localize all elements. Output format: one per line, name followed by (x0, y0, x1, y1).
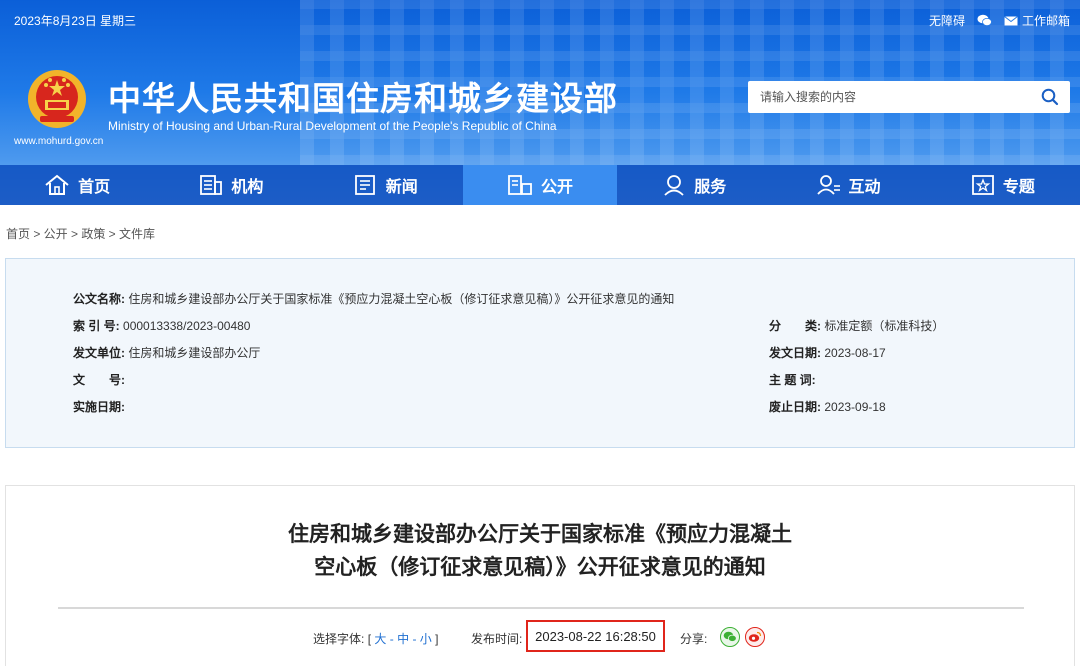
font-separator: - (389, 632, 394, 646)
mail-icon (1004, 15, 1018, 26)
meta-value: 2023-08-17 (824, 346, 886, 360)
article-title-line-2: 空心板（修订征求意见稿）》公开征求意见的通知 (314, 556, 766, 579)
meta-label: 文 号: (73, 373, 125, 387)
meta-label: 主 题 词: (769, 373, 816, 387)
current-date: 2023年8月23日 星期三 (14, 14, 137, 28)
work-mail-link[interactable]: 工作邮箱 (1004, 12, 1070, 29)
main-nav: 首页 机构 新闻 公开 服务 互动 专题 (0, 165, 1080, 205)
topic-icon (971, 174, 995, 196)
font-size-label: 选择字体: (313, 632, 365, 646)
news-icon (354, 174, 378, 196)
nav-item-interaction[interactable]: 互动 (771, 165, 925, 205)
search-input[interactable] (748, 82, 1030, 112)
service-icon (662, 174, 686, 196)
meta-issuer: 发文单位: 住房和城乡建设部办公厅 (73, 344, 260, 361)
national-emblem-icon (26, 68, 88, 130)
nav-item-service[interactable]: 服务 (617, 165, 771, 205)
nav-item-organization[interactable]: 机构 (154, 165, 308, 205)
article-title: 住房和城乡建设部办公厅关于国家标准《预应力混凝土 空心板（修订征求意见稿）》公开… (0, 518, 1080, 584)
work-mail-label: 工作邮箱 (1021, 14, 1070, 28)
font-small-button[interactable]: 小 (420, 632, 432, 646)
meta-label: 索 引 号: (73, 319, 120, 333)
organization-icon (199, 174, 223, 196)
home-icon (44, 174, 70, 196)
share-wechat-icon[interactable] (720, 627, 740, 647)
breadcrumb[interactable]: 首页 > 公开 > 政策 > 文件库 (6, 225, 155, 242)
meta-issue-date: 发文日期: 2023-08-17 (769, 344, 886, 361)
meta-label: 公文名称: (73, 292, 125, 306)
font-medium-button[interactable]: 中 (397, 632, 409, 646)
meta-value: 住房和城乡建设部办公厅关于国家标准《预应力混凝土空心板（修订征求意见稿）》公开征… (128, 292, 675, 306)
title-divider (58, 607, 1024, 609)
meta-category: 分 类: 标准定额（标准科技） (769, 317, 944, 334)
interaction-icon (816, 174, 841, 196)
nav-label: 服务 (694, 179, 727, 196)
bracket-close: ] (435, 632, 439, 646)
site-url: www.mohurd.gov.cn (14, 136, 104, 147)
nav-label: 专题 (1002, 179, 1035, 196)
meta-label: 分 类: (769, 319, 821, 333)
meta-value: 住房和城乡建设部办公厅 (128, 346, 261, 360)
publish-time-label: 发布时间: (471, 632, 523, 646)
nav-label: 机构 (231, 179, 264, 196)
disclosure-icon (507, 174, 533, 196)
meta-index: 索 引 号: 000013338/2023-00480 (73, 317, 250, 334)
publish-time: 2023-08-22 16:28:50 (535, 628, 656, 644)
nav-label: 首页 (78, 179, 111, 196)
bracket-open: [ (367, 632, 372, 646)
document-meta-box: 公文名称: 住房和城乡建设部办公厅关于国家标准《预应力混凝土空心板（修订征求意见… (5, 258, 1075, 448)
meta-doc-name: 公文名称: 住房和城乡建设部办公厅关于国家标准《预应力混凝土空心板（修订征求意见… (73, 290, 674, 307)
meta-value: 2023-09-18 (824, 400, 886, 414)
top-links: 无障碍 工作邮箱 (929, 12, 1070, 29)
nav-label: 公开 (540, 179, 573, 196)
font-size-selector: 选择字体: [ 大 - 中 - 小 ] (313, 630, 438, 647)
publish-time-highlight: 2023-08-22 16:28:50 (526, 620, 665, 652)
meta-label: 实施日期: (73, 400, 125, 414)
font-large-button[interactable]: 大 (374, 632, 386, 646)
search-box (748, 81, 1070, 113)
meta-label: 废止日期: (769, 400, 821, 414)
font-separator: - (412, 632, 417, 646)
meta-subject: 主 题 词: (769, 371, 816, 388)
nav-item-news[interactable]: 新闻 (309, 165, 463, 205)
share-label: 分享: (680, 632, 708, 646)
meta-effective-date: 实施日期: (73, 398, 125, 415)
nav-item-topic[interactable]: 专题 (926, 165, 1080, 205)
nav-label: 互动 (848, 179, 881, 196)
accessibility-link[interactable]: 无障碍 (929, 12, 965, 29)
search-icon[interactable] (1030, 81, 1070, 113)
article-title-line-1: 住房和城乡建设部办公厅关于国家标准《预应力混凝土 (288, 523, 792, 546)
nav-item-disclosure[interactable]: 公开 (462, 165, 618, 205)
nav-item-home[interactable]: 首页 (0, 165, 154, 205)
nav-label: 新闻 (385, 179, 418, 196)
meta-doc-no: 文 号: (73, 371, 125, 388)
meta-label: 发文日期: (769, 346, 821, 360)
site-title-cn: 中华人民共和国住房和城乡建设部 (108, 80, 618, 117)
meta-expiry-date: 废止日期: 2023-09-18 (769, 398, 886, 415)
site-title-en: Ministry of Housing and Urban-Rural Deve… (108, 119, 557, 133)
meta-label: 发文单位: (73, 346, 125, 360)
meta-value: 000013338/2023-00480 (123, 319, 251, 333)
wechat-icon[interactable] (977, 14, 992, 27)
share-weibo-icon[interactable] (745, 627, 765, 647)
meta-value: 标准定额（标准科技） (824, 319, 945, 333)
article-tools: 选择字体: [ 大 - 中 - 小 ] 发布时间: 2023-08-22 16:… (0, 620, 1080, 652)
